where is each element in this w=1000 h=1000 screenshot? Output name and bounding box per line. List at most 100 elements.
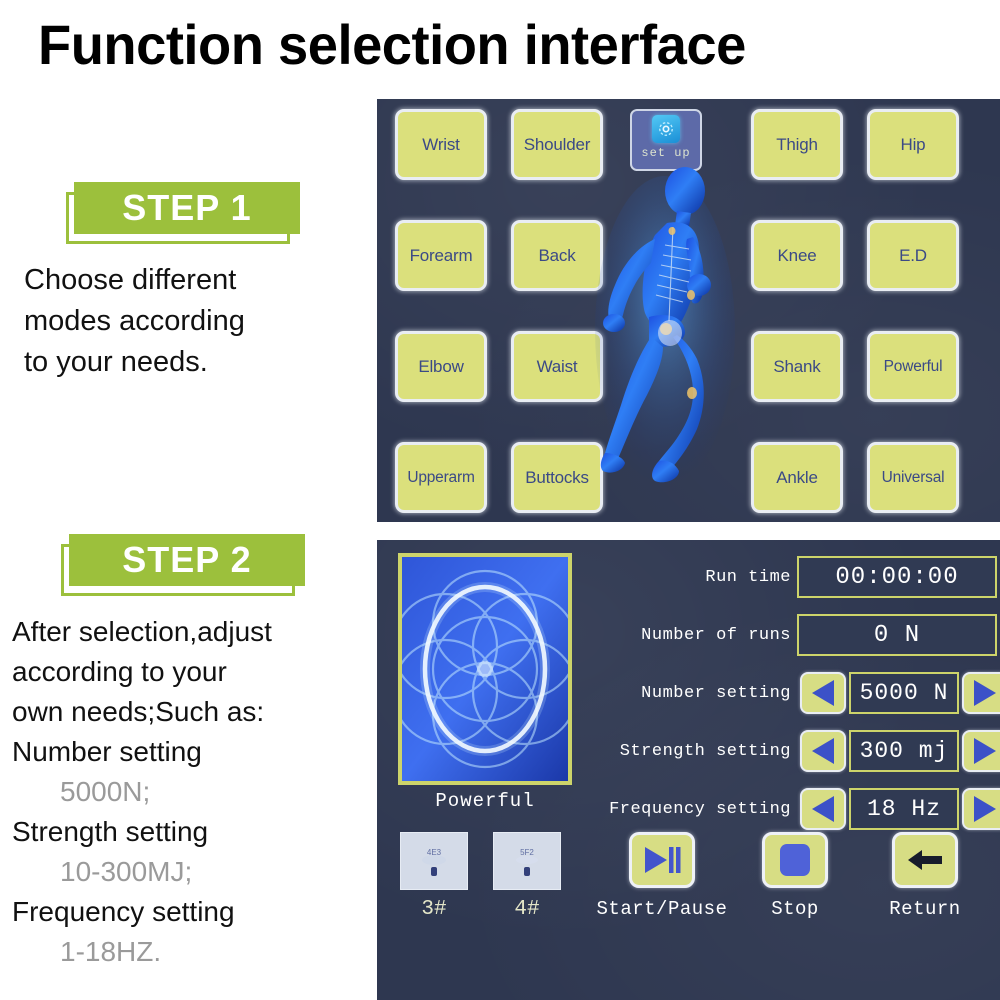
frequency-setting-decrement-button[interactable] [800,788,846,830]
number-setting-label: Number setting [641,683,791,703]
triangle-left-icon [812,680,834,706]
stop-button[interactable] [762,832,828,888]
start-pause-caption: Start/Pause [596,898,728,920]
mode-button-label: Powerful [883,357,943,375]
anatomy-running-figure-icon [593,161,743,517]
step-2-badge: STEP 2 [61,532,311,604]
step-2-value-strength: 10-300MJ; [60,856,193,887]
step-1-line-2: modes according [24,305,245,337]
mode-button-label: Shoulder [523,134,591,154]
number-of-runs-value: 0 N [797,614,997,656]
step-2-value-number: 5000N; [60,776,151,807]
strength-setting-label: Strength setting [619,741,791,761]
run-time-label: Run time [705,567,791,587]
mode-button-universal[interactable]: Universal [867,442,959,513]
mode-button-label: Upperarm [407,468,475,486]
step-1-line-1: Choose different [24,264,237,296]
energy-pattern-image-icon [398,553,572,785]
mode-button-buttocks[interactable]: Buttocks [511,442,603,513]
mode-button-upperarm[interactable]: Upperarm [395,442,487,513]
number-setting-value[interactable]: 5000 N [849,672,959,714]
probe-head-3-icon: 4E3 [422,848,446,876]
strength-setting-row: Strength setting 300 mj [607,728,1000,774]
mode-button-label: Knee [777,245,817,265]
mode-button-waist[interactable]: Waist [511,331,603,402]
number-of-runs-row: Number of runs 0 N [607,612,997,658]
strength-setting-decrement-button[interactable] [800,730,846,772]
mode-button-ankle[interactable]: Ankle [751,442,843,513]
mode-button-label: Elbow [418,356,464,376]
mode-button-shoulder[interactable]: Shoulder [511,109,603,180]
step-2-block: STEP 2 After selection,adjust according … [0,532,372,972]
mode-button-elbow[interactable]: Elbow [395,331,487,402]
stop-caption: Stop [771,898,819,920]
function-selection-screen: Wrist Shoulder Forearm Back Elbow Waist … [377,99,1000,522]
frequency-setting-row: Frequency setting 18 Hz [607,786,1000,832]
play-pause-icon [645,847,681,873]
step-1-block: STEP 1 Choose different modes according … [0,180,372,383]
number-setting-decrement-button[interactable] [800,672,846,714]
mode-button-label: Back [538,245,576,265]
svg-text:5F2: 5F2 [520,848,534,857]
mode-button-wrist[interactable]: Wrist [395,109,487,180]
step-2-line-6: Frequency setting [12,896,235,927]
strength-setting-value[interactable]: 300 mj [849,730,959,772]
triangle-left-icon [812,796,834,822]
probe-head-4-icon: 5F2 [516,848,538,876]
mode-button-hip[interactable]: Hip [867,109,959,180]
mode-button-back[interactable]: Back [511,220,603,291]
probe-head-4-button[interactable]: 5F2 [493,832,561,890]
mode-button-powerful[interactable]: Powerful [867,331,959,402]
mode-button-label: Waist [536,356,578,376]
step-2-badge-label: STEP 2 [122,539,252,580]
mode-button-forearm[interactable]: Forearm [395,220,487,291]
step-1-line-3: to your needs. [24,346,208,378]
step-2-line-1: After selection,adjust [12,616,272,647]
mode-button-knee[interactable]: Knee [751,220,843,291]
mode-button-label: Hip [900,134,926,154]
mode-button-label: Buttocks [525,467,589,487]
mode-button-ed[interactable]: E.D [867,220,959,291]
triangle-right-icon [974,796,996,822]
step-2-line-3: own needs;Such as: [12,696,265,727]
triangle-right-icon [974,680,996,706]
mode-button-label: E.D [899,245,927,265]
probe-head-4-caption: 4# [514,898,540,921]
mode-button-label: Universal [881,468,945,486]
frequency-setting-increment-button[interactable] [962,788,1000,830]
parameter-settings-screen: Powerful 4E3 5F2 3# 4# Run time 00:00:00… [377,540,1000,1000]
mode-button-label: Shank [773,356,821,376]
mode-button-label: Ankle [776,467,818,487]
run-time-row: Run time 00:00:00 [607,554,997,600]
triangle-right-icon [974,738,996,764]
return-button[interactable] [892,832,958,888]
gear-icon [652,115,680,143]
mode-button-shank[interactable]: Shank [751,331,843,402]
probe-head-3-caption: 3# [421,898,447,921]
step-1-badge: STEP 1 [66,180,306,252]
stop-square-icon [780,844,810,876]
step-1-badge-label: STEP 1 [122,187,252,228]
mode-button-thigh[interactable]: Thigh [751,109,843,180]
frequency-setting-label: Frequency setting [609,799,791,819]
step-2-value-frequency: 1-18HZ. [60,936,162,967]
return-caption: Return [889,898,961,920]
probe-head-3-button[interactable]: 4E3 [400,832,468,890]
mode-button-label: Forearm [409,245,473,265]
start-pause-button[interactable] [629,832,695,888]
step-2-line-4: Number setting [12,736,202,767]
step-2-description: After selection,adjust according to your… [0,612,372,972]
page-title: Function selection interface [38,13,746,76]
setup-button-label: set up [641,146,691,160]
run-time-value: 00:00:00 [797,556,997,598]
mode-button-label: Wrist [422,134,460,154]
step-2-line-2: according to your [12,656,227,687]
number-of-runs-label: Number of runs [641,625,791,645]
triangle-left-icon [812,738,834,764]
arrow-left-icon [908,850,942,870]
preview-mode-label: Powerful [435,790,535,812]
frequency-setting-value[interactable]: 18 Hz [849,788,959,830]
step-2-line-5: Strength setting [12,816,209,847]
strength-setting-increment-button[interactable] [962,730,1000,772]
number-setting-increment-button[interactable] [962,672,1000,714]
